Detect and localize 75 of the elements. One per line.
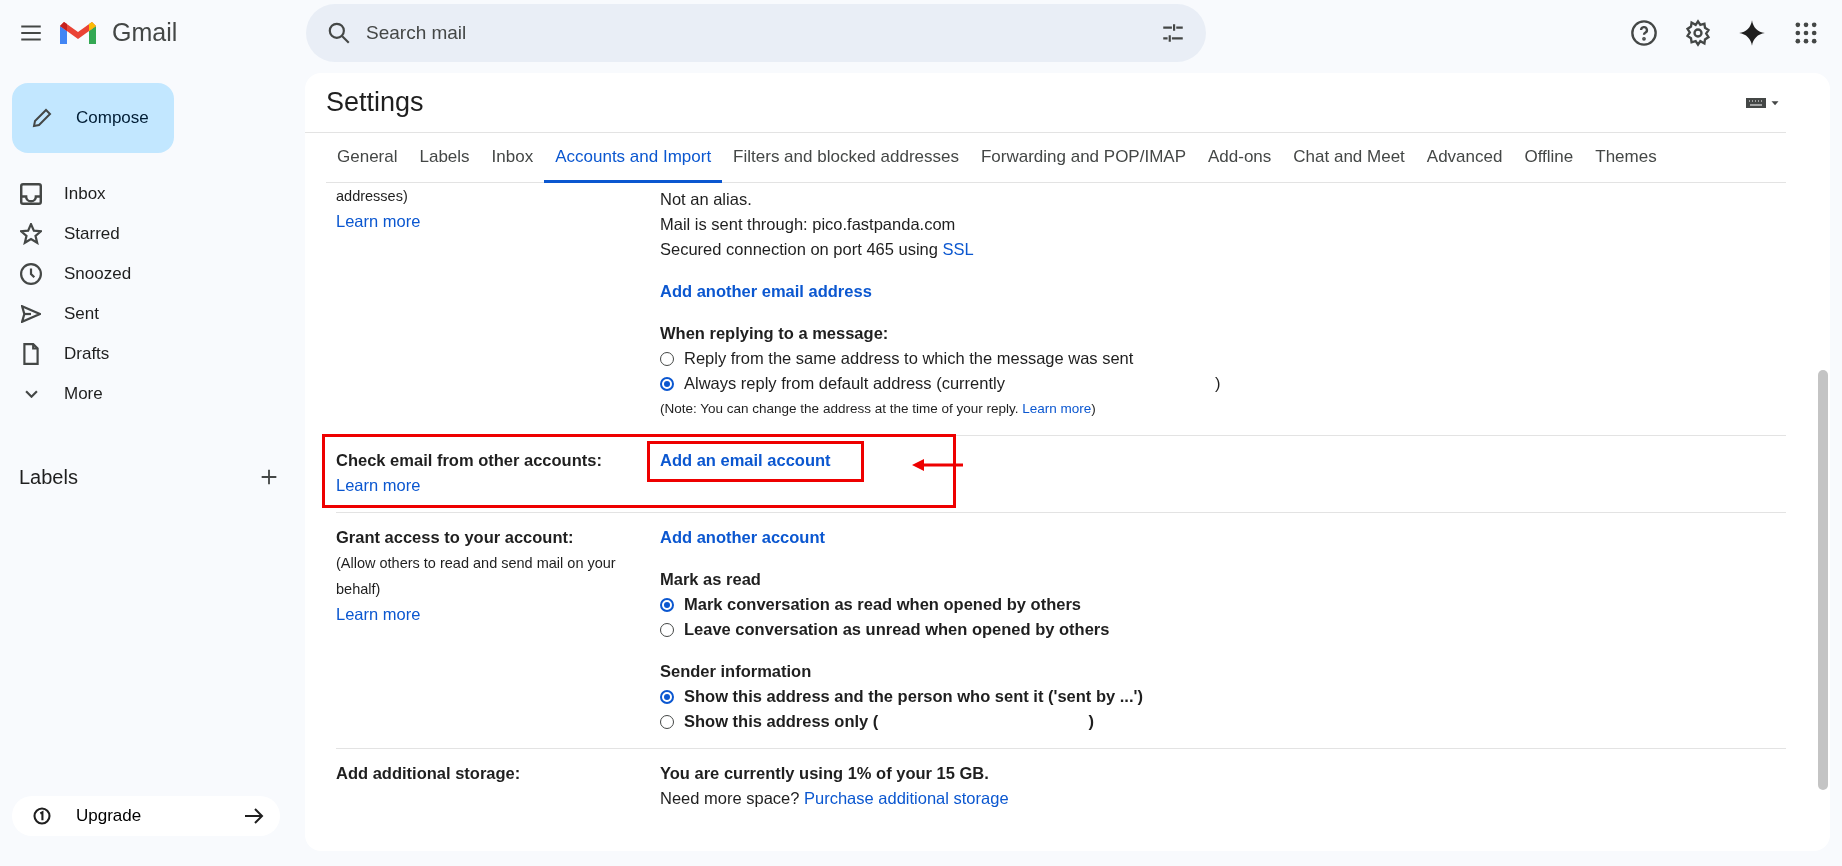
settings-tab[interactable]: Advanced	[1415, 133, 1514, 183]
chevron-down-icon	[24, 390, 38, 398]
pointer-arrow	[912, 459, 963, 471]
search-input[interactable]: Search mail	[364, 17, 1148, 49]
paper-plane-icon	[21, 305, 41, 323]
setting-description: (Allow others to read and send mail on your behalf)	[336, 554, 617, 599]
nav-item[interactable]: Sent	[0, 294, 290, 334]
setting-description: addresses)	[336, 187, 409, 206]
learn-more-link[interactable]: Learn more	[1022, 401, 1092, 416]
text-link[interactable]: Purchase additional storage	[804, 789, 1009, 807]
clock-icon	[20, 263, 42, 285]
settings-tab[interactable]: Inbox	[480, 133, 545, 183]
nav-item[interactable]: Snoozed	[0, 254, 290, 294]
star-icon	[20, 223, 42, 245]
setting-text: Need more space?	[660, 789, 800, 807]
learn-more-link[interactable]: Learn more	[336, 473, 421, 498]
radio-label-end: )	[1088, 711, 1094, 732]
option-heading: You are currently using 1% of your 15 GB.	[660, 763, 990, 784]
setting-label: Check email from other accounts:	[336, 450, 603, 471]
settings-tab[interactable]: Accounts and Import	[544, 133, 723, 183]
envelope-logo-icon	[60, 22, 96, 44]
setting-text: Not an alias.	[660, 190, 752, 208]
settings-tab[interactable]: Themes	[1584, 133, 1668, 183]
setting-text: Secured connection on port 465 using	[660, 240, 938, 258]
settings-icon[interactable]	[1684, 19, 1712, 47]
option-heading: When replying to a message:	[660, 323, 890, 344]
upgrade-label: Upgrade	[76, 805, 143, 828]
radio-label: Reply from the same address to which the message was sent	[684, 348, 1134, 369]
settings-tab[interactable]: Add-ons	[1197, 133, 1283, 183]
radio-label: Show this address only (	[684, 711, 879, 732]
labels-heading: Labels	[19, 465, 78, 490]
setting-label: Add additional storage:	[336, 763, 522, 784]
nav-item[interactable]: Inbox	[0, 174, 290, 214]
search-field[interactable]: Search mail	[306, 4, 1206, 62]
tray-icon	[20, 183, 42, 205]
pencil-icon	[30, 106, 54, 130]
scrollbar-thumb[interactable]	[1818, 370, 1828, 790]
radio-label: Leave conversation as unread when opened by others	[684, 619, 1110, 640]
radio-label: Mark conversation as read when opened by others	[684, 594, 1082, 615]
note-text-end: )	[1091, 401, 1096, 416]
action-link[interactable]: Add another email address	[660, 279, 872, 304]
search-icon[interactable]	[326, 20, 352, 46]
app-name: Gmail	[112, 17, 178, 49]
radio-button[interactable]	[660, 689, 674, 704]
radio-label: Always reply from default address (currently	[684, 373, 1005, 394]
option-heading: Sender information	[660, 661, 813, 682]
learn-more-link[interactable]: Learn more	[336, 602, 421, 627]
note-text: (Note: You can change the address at the time of your reply.	[660, 401, 1019, 416]
action-link[interactable]: Add an email account	[650, 444, 861, 479]
upgrade-button[interactable]: Upgrade	[12, 796, 280, 836]
compose-button[interactable]: Compose	[12, 83, 174, 153]
settings-tab[interactable]: Offline	[1513, 133, 1585, 183]
radio-button[interactable]	[660, 597, 674, 612]
document-icon	[23, 343, 39, 365]
nav-item[interactable]: Drafts	[0, 334, 290, 374]
sparkle-icon[interactable]	[1738, 19, 1766, 47]
option-heading: Mark as read	[660, 569, 762, 590]
page-title: Settings	[326, 86, 425, 120]
action-link[interactable]: Add another account	[660, 525, 825, 550]
radio-label: Show this address and the person who sent it ('sent by ...')	[684, 686, 1143, 707]
settings-tab[interactable]: Labels	[408, 133, 481, 183]
radio-button[interactable]	[660, 376, 674, 391]
setting-text: Mail is sent through: pico.fastpanda.com	[660, 215, 956, 233]
help-icon[interactable]	[1630, 19, 1658, 47]
setting-label: Grant access to your account:	[336, 527, 575, 548]
settings-tab[interactable]: Forwarding and POP/IMAP	[969, 133, 1197, 183]
nav-item[interactable]: More	[0, 374, 290, 414]
text-link[interactable]: SSL	[942, 240, 974, 258]
learn-more-link[interactable]: Learn more	[336, 209, 421, 234]
settings-tab[interactable]: General	[326, 133, 409, 183]
settings-tab[interactable]: Chat and Meet	[1282, 133, 1416, 183]
settings-tab[interactable]: Filters and blocked addresses	[722, 133, 970, 183]
radio-label-end: )	[1214, 373, 1221, 394]
nav-item[interactable]: Starred	[0, 214, 290, 254]
number-one-circle-icon	[32, 806, 52, 826]
